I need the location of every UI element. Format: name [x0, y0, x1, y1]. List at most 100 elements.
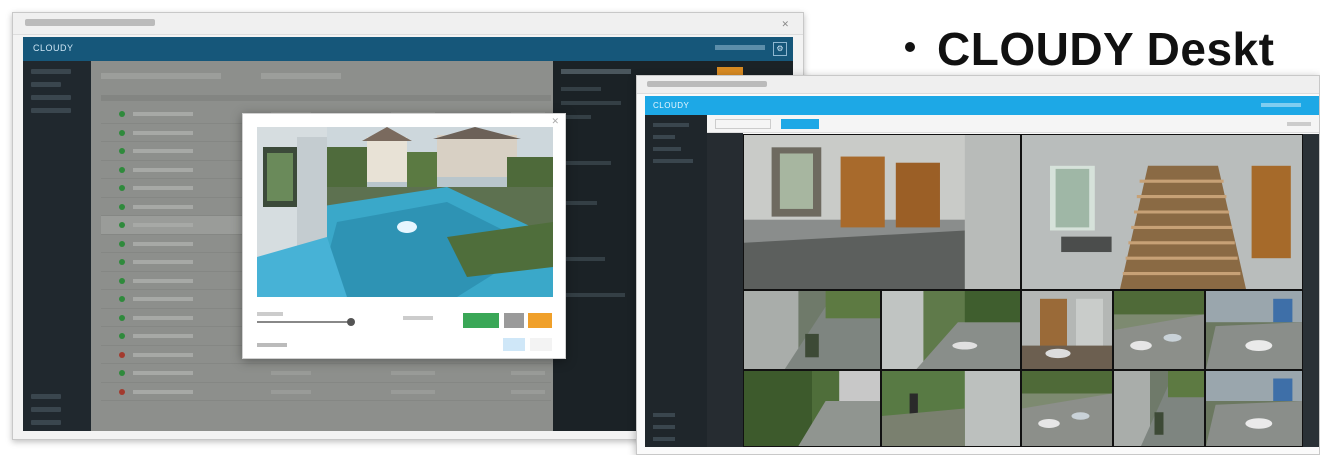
layout-button[interactable]	[715, 119, 771, 129]
camera-preview-dialog: ✕	[242, 113, 566, 359]
camera-view-tile[interactable]	[1021, 290, 1113, 370]
camera-feed-image	[1022, 291, 1112, 369]
status-dot-icon	[119, 129, 125, 136]
status-dot-icon	[119, 148, 125, 154]
sidebar-item[interactable]	[31, 407, 61, 412]
secondary-panel	[707, 115, 743, 447]
camera-feed-image	[744, 291, 880, 369]
table-cell	[511, 371, 545, 375]
camera-name	[133, 241, 193, 246]
sidebar-item[interactable]	[653, 123, 689, 127]
playback-slider[interactable]	[257, 321, 353, 323]
status-dot-icon	[119, 240, 125, 247]
sidebar-item[interactable]	[653, 159, 693, 163]
app-header: CLOUDY ⚙	[23, 37, 793, 61]
browser-tab-bar	[637, 76, 1319, 94]
camera-view-tile[interactable]	[881, 370, 1021, 447]
filter-dropdown[interactable]	[261, 73, 341, 79]
window-close-icon[interactable]: ✕	[781, 19, 789, 30]
details-line	[561, 201, 597, 205]
camera-view-tile[interactable]	[1021, 134, 1303, 290]
camera-name	[133, 315, 193, 320]
camera-snapshot-image	[257, 127, 553, 297]
sidebar-item[interactable]	[653, 135, 675, 139]
status-badge	[717, 67, 743, 75]
sidebar-item[interactable]	[31, 420, 61, 425]
browser-tab-bar: ✕	[13, 13, 803, 35]
table-cell	[391, 389, 435, 394]
status-dot-icon	[119, 333, 125, 339]
camera-view-tile[interactable]	[743, 370, 881, 447]
status-dot-icon	[119, 259, 125, 265]
table-row[interactable]	[101, 364, 551, 383]
ok-button[interactable]	[503, 338, 525, 351]
timestamp	[403, 316, 433, 320]
sidebar-item[interactable]	[653, 425, 675, 429]
camera-snapshot	[257, 127, 553, 297]
presentation-slide: CLOUDY Deskt ✕ CLOUDY ⚙ ✕ CLOUDY	[0, 0, 1320, 455]
sidebar-item[interactable]	[653, 413, 675, 417]
user-menu[interactable]	[1261, 103, 1301, 107]
status-dot-icon	[119, 370, 125, 376]
pause-button[interactable]	[504, 313, 524, 328]
sidebar-item[interactable]	[31, 69, 71, 74]
camera-name	[133, 297, 193, 301]
status-dot-icon	[119, 203, 125, 210]
camera-feed-image	[744, 371, 880, 446]
toolbar-option[interactable]	[1287, 122, 1311, 126]
camera-name	[133, 389, 193, 394]
sidebar-item[interactable]	[31, 394, 61, 399]
camera-view-tile[interactable]	[881, 290, 1021, 370]
table-cell	[391, 371, 435, 375]
slider-handle[interactable]	[347, 318, 355, 326]
details-line	[561, 293, 625, 297]
camera-view-tile[interactable]	[1205, 370, 1303, 447]
camera-feed-image	[1022, 371, 1112, 446]
camera-name	[133, 260, 193, 264]
active-view-button[interactable]	[781, 119, 819, 129]
details-line	[561, 161, 611, 165]
table-cell	[271, 371, 311, 375]
camera-feed-image	[882, 371, 1020, 446]
details-line	[561, 87, 601, 91]
bullet-icon	[905, 41, 915, 52]
play-button[interactable]	[463, 313, 499, 328]
sidebar-item[interactable]	[31, 95, 71, 100]
sidebar-item[interactable]	[31, 108, 71, 113]
sidebar-item[interactable]	[653, 147, 681, 151]
status-dot-icon	[119, 111, 125, 117]
app-header: CLOUDY	[645, 96, 1319, 115]
camera-name	[133, 352, 193, 357]
status-dot-icon	[119, 185, 125, 191]
camera-feed-image	[1114, 371, 1204, 446]
slide-title-text: CLOUDY Deskt	[937, 23, 1275, 75]
status-dot-icon	[119, 277, 125, 284]
side-scroll-panel[interactable]	[1303, 134, 1319, 447]
search-input[interactable]	[101, 73, 221, 79]
slide-title: CLOUDY Deskt	[905, 22, 1274, 76]
status-dot-icon	[119, 314, 125, 321]
record-button[interactable]	[528, 313, 552, 328]
cancel-button[interactable]	[530, 338, 552, 351]
camera-view-tile[interactable]	[1113, 290, 1205, 370]
camera-view-tile[interactable]	[1113, 370, 1205, 447]
sidebar	[23, 61, 91, 431]
close-icon[interactable]: ✕	[551, 116, 559, 127]
sidebar-item[interactable]	[31, 82, 61, 87]
camera-view-tile[interactable]	[743, 134, 1021, 290]
user-menu[interactable]	[715, 45, 765, 50]
camera-name	[133, 112, 193, 116]
browser-tab[interactable]	[647, 81, 767, 87]
camera-view-tile[interactable]	[1021, 370, 1113, 447]
table-row[interactable]	[101, 383, 551, 401]
sidebar-item[interactable]	[653, 437, 675, 441]
camera-name	[133, 167, 193, 172]
gear-icon[interactable]: ⚙	[773, 42, 787, 56]
camera-name	[133, 186, 193, 190]
status-dot-icon	[119, 296, 125, 302]
camera-view-tile[interactable]	[743, 290, 881, 370]
browser-tab[interactable]	[25, 19, 155, 26]
camera-grid	[743, 134, 1303, 447]
status-dot-icon	[119, 351, 125, 358]
camera-view-tile[interactable]	[1205, 290, 1303, 370]
